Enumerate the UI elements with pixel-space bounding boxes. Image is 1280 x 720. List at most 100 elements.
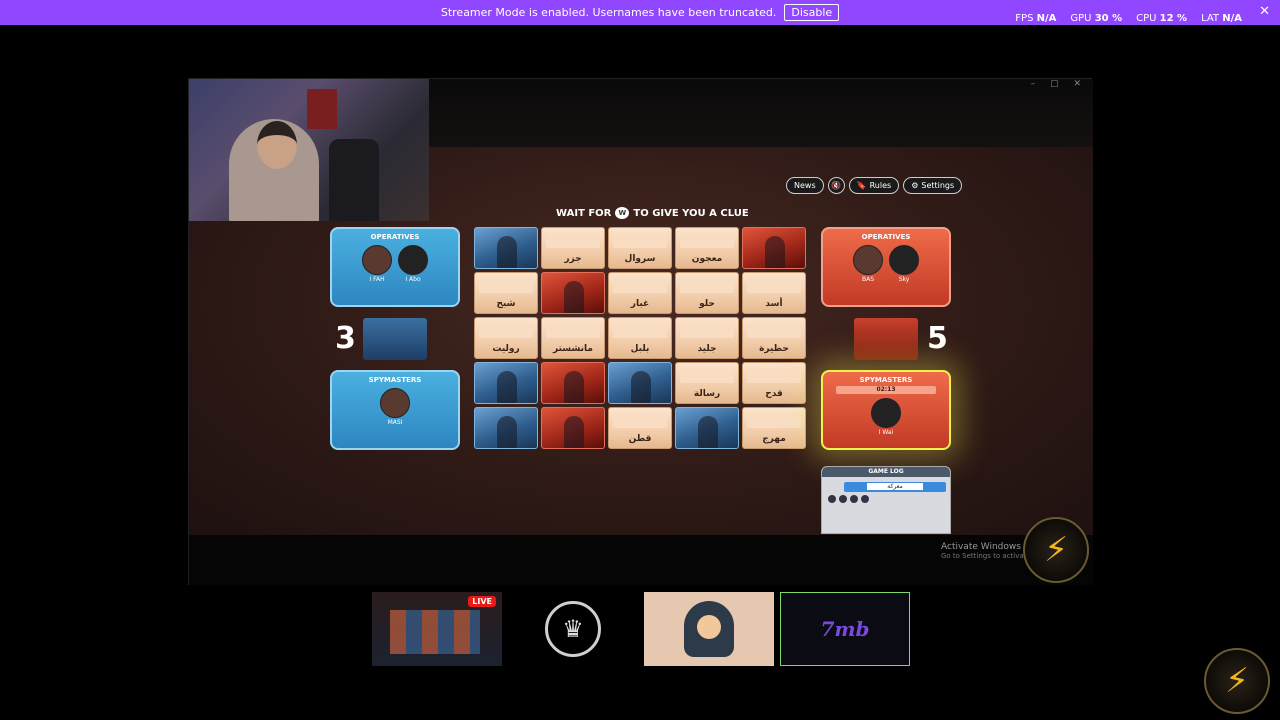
player-name: Sky xyxy=(898,276,910,283)
red-operative-1[interactable]: BAS xyxy=(853,245,883,283)
red-agent-card[interactable] xyxy=(541,272,605,314)
blue-agent-card[interactable] xyxy=(675,407,739,449)
word-card[interactable]: قدح xyxy=(742,362,806,404)
webcam-overlay xyxy=(189,79,429,221)
live-badge: LIVE xyxy=(468,596,496,607)
card-word: معجون xyxy=(691,254,723,264)
bookmark-icon: 🔖 xyxy=(856,181,867,190)
word-card[interactable]: حظيرة xyxy=(742,317,806,359)
word-card[interactable]: روليت xyxy=(474,317,538,359)
rules-button[interactable]: 🔖 Rules xyxy=(848,177,900,194)
card-word: بلبل xyxy=(630,344,650,354)
word-board: جزر سروال معجون شبح غبار حلو أسد روليت مانشستر بل… xyxy=(474,227,806,449)
activate-subtitle: Go to Settings to activate xyxy=(941,552,1031,560)
word-card[interactable]: جليد xyxy=(675,317,739,359)
blue-operatives-panel: OPERATIVES I FAH I Abo xyxy=(330,227,460,307)
activate-title: Activate Windows xyxy=(941,542,1021,552)
agent-figure xyxy=(698,416,718,448)
lightning-bolt-icon[interactable]: ⚡ xyxy=(1204,648,1270,714)
lightning-bolt-icon[interactable]: ⚡ xyxy=(1023,517,1089,583)
zmb-logo-thumbnail[interactable]: 7mb xyxy=(780,592,910,666)
card-band xyxy=(680,324,734,338)
card-band xyxy=(747,414,801,428)
blue-agent-card[interactable] xyxy=(474,227,538,269)
player-avatar xyxy=(362,245,392,275)
clue-suffix: TO GIVE YOU A CLUE xyxy=(633,207,749,219)
blue-operative-2[interactable]: I Abo xyxy=(398,245,428,283)
blue-agent-card xyxy=(363,318,427,360)
card-word: سروال xyxy=(624,254,656,264)
card-word: قطن xyxy=(628,434,652,444)
latency-stat: LAT N/A xyxy=(1201,13,1242,24)
blue-agent-card[interactable] xyxy=(608,362,672,404)
agent-figure xyxy=(564,281,584,313)
red-spymasters-title: SPYMASTERS xyxy=(859,376,913,384)
news-button[interactable]: News xyxy=(786,177,824,194)
card-band xyxy=(680,234,734,248)
gpu-stat: GPU 30 % xyxy=(1070,13,1123,24)
window-controls[interactable]: – ▢ ✕ xyxy=(1031,79,1087,89)
blue-spymaster-1[interactable]: MASI xyxy=(380,388,410,426)
word-card[interactable]: مانشستر xyxy=(541,317,605,359)
word-card[interactable]: معجون xyxy=(675,227,739,269)
settings-button[interactable]: ⚙ Settings xyxy=(903,177,963,194)
fps-stat: FPS N/A xyxy=(1015,13,1057,24)
live-stream-thumbnail[interactable]: LIVE xyxy=(372,592,502,666)
gaming-chair xyxy=(329,139,379,221)
blue-agent-card[interactable] xyxy=(474,362,538,404)
agent-figure xyxy=(497,416,517,448)
word-card[interactable]: حلو xyxy=(675,272,739,314)
word-card[interactable]: قطن xyxy=(608,407,672,449)
disable-streamer-mode-button[interactable]: Disable xyxy=(784,4,840,21)
crown-thumbnail[interactable]: ♛ xyxy=(508,592,638,666)
streamer-mode-message: Streamer Mode is enabled. Usernames have… xyxy=(440,6,777,19)
game-menu-buttons: News 🔇 🔖 Rules ⚙ Settings xyxy=(786,177,963,194)
word-card[interactable]: غبار xyxy=(608,272,672,314)
card-word: مهرج xyxy=(762,434,786,444)
card-word: أسد xyxy=(765,299,783,309)
red-operative-2[interactable]: Sky xyxy=(889,245,919,283)
blue-operative-1[interactable]: I FAH xyxy=(362,245,392,283)
blue-operatives-title: OPERATIVES xyxy=(370,233,420,241)
card-band xyxy=(613,234,667,248)
player-name: I Wai xyxy=(878,429,894,436)
card-word: جزر xyxy=(564,254,582,264)
blue-agent-card[interactable] xyxy=(474,407,538,449)
close-icon[interactable]: ✕ xyxy=(1259,4,1270,19)
card-band xyxy=(613,414,667,428)
word-card[interactable]: سروال xyxy=(608,227,672,269)
news-label: News xyxy=(794,181,816,190)
game-log-entry: معركة xyxy=(844,482,946,492)
player-avatar xyxy=(871,398,901,428)
word-card[interactable]: أسد xyxy=(742,272,806,314)
word-card[interactable]: بلبل xyxy=(608,317,672,359)
performance-stats: FPS N/A GPU 30 % CPU 12 % LAT N/A xyxy=(1015,13,1242,24)
card-band xyxy=(747,369,801,383)
speaker-mute-icon: 🔇 xyxy=(831,181,842,190)
word-card[interactable]: مهرج xyxy=(742,407,806,449)
stream-thumbnails: LIVE ♛ 7mb xyxy=(372,592,910,666)
red-spymasters-panel: SPYMASTERS 02:13 I Wai xyxy=(821,370,951,450)
word-card[interactable]: رسالة xyxy=(675,362,739,404)
blue-spymasters-title: SPYMASTERS xyxy=(368,376,422,384)
wall-banner xyxy=(307,89,337,129)
card-word: روليت xyxy=(492,344,520,354)
card-band xyxy=(613,279,667,293)
red-agent-card[interactable] xyxy=(541,407,605,449)
card-word: قدح xyxy=(765,389,783,399)
word-card[interactable]: شبح xyxy=(474,272,538,314)
card-word: مانشستر xyxy=(553,344,593,354)
mascot-thumbs-up-icon xyxy=(684,601,734,657)
agent-figure xyxy=(497,236,517,268)
mascot-thumbnail[interactable] xyxy=(644,592,774,666)
card-band xyxy=(479,324,533,338)
red-agent-card[interactable] xyxy=(541,362,605,404)
red-spymaster-1[interactable]: I Wai xyxy=(871,398,901,436)
red-operatives-title: OPERATIVES xyxy=(861,233,911,241)
mute-button[interactable]: 🔇 xyxy=(827,177,845,194)
red-agent-card[interactable] xyxy=(742,227,806,269)
game-log-panel[interactable]: GAME LOG معركة xyxy=(821,466,951,534)
card-band xyxy=(479,279,533,293)
card-word: حلو xyxy=(699,299,715,309)
word-card[interactable]: جزر xyxy=(541,227,605,269)
